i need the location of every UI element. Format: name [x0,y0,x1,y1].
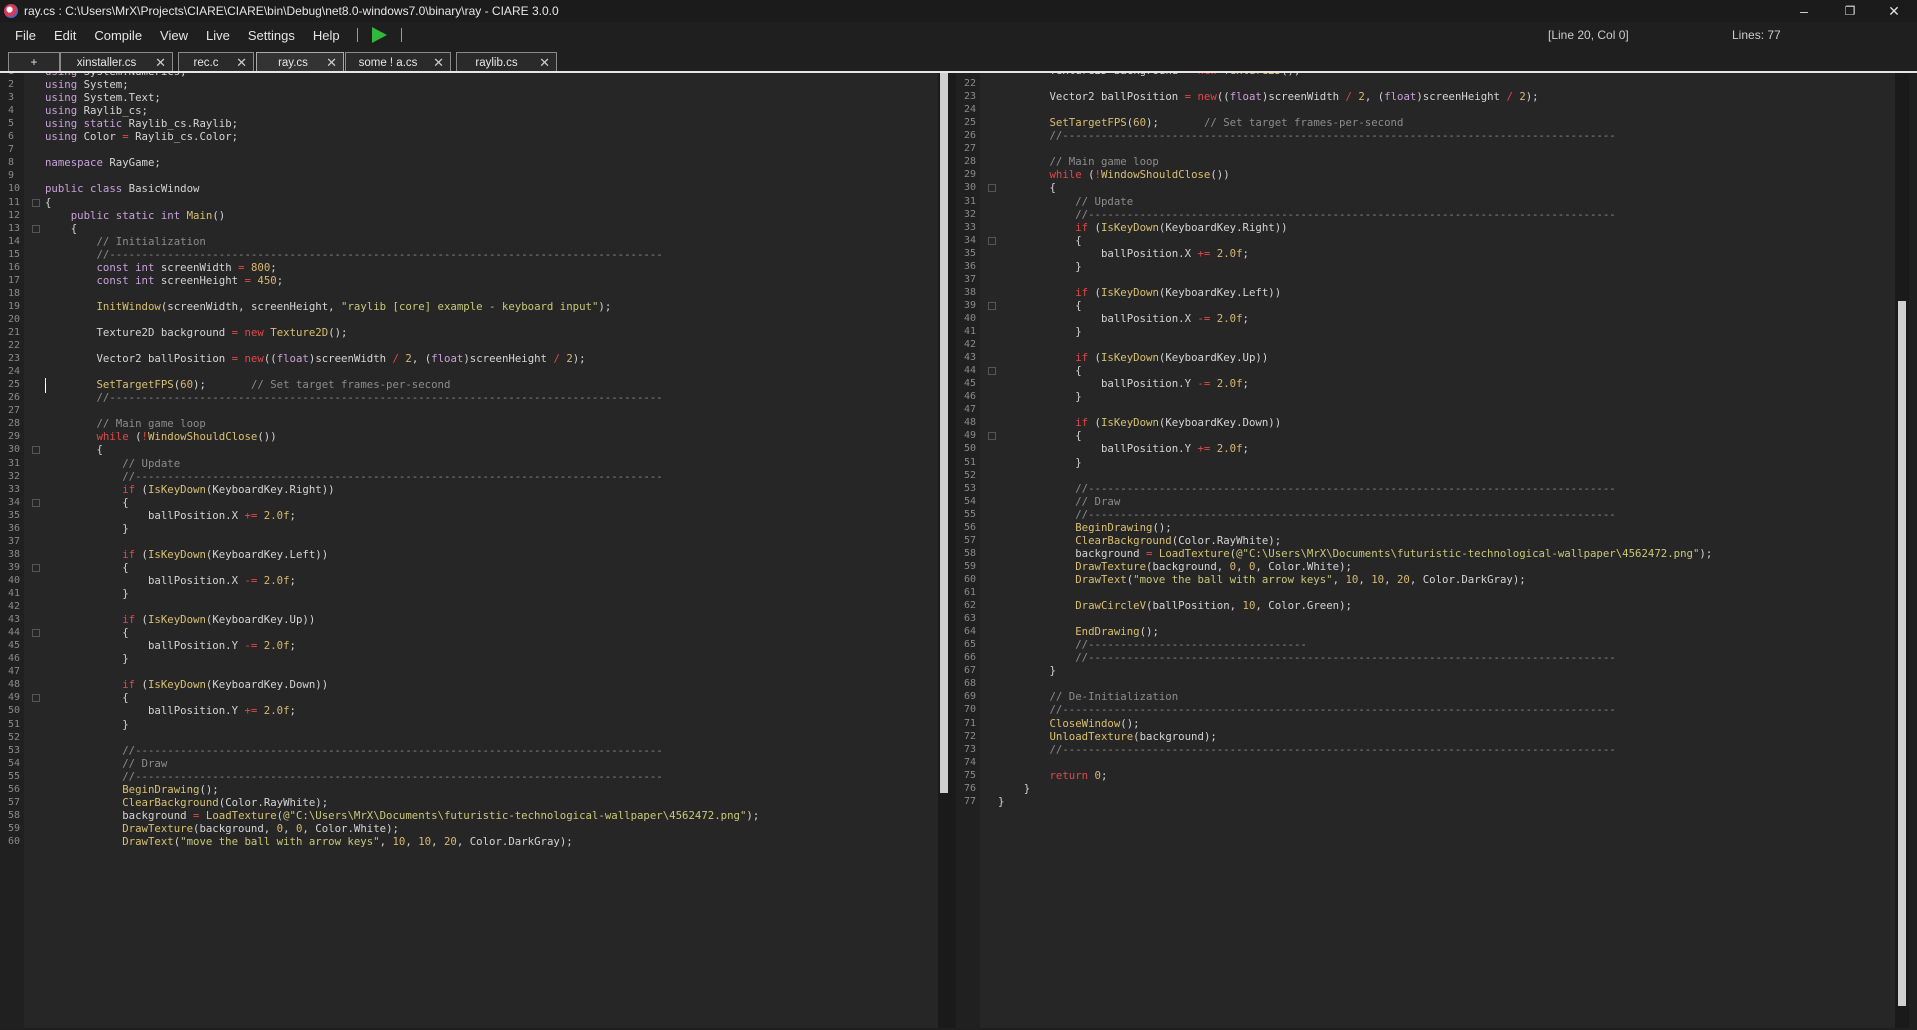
code-editor-left[interactable]: 1using System.Numerics;2using System;3us… [0,73,938,1028]
close-tab-icon[interactable]: ✕ [155,55,166,71]
menu-separator [400,28,402,42]
tab-raylib[interactable]: raylib.cs ✕ [456,52,557,72]
code-line: //--------------------------------------… [1049,742,1616,756]
code-line: } [45,652,129,666]
code-line: Vector2 ballPosition = new((float)screen… [1049,90,1539,104]
menu-view[interactable]: View [151,28,197,43]
menu-edit[interactable]: Edit [45,28,85,43]
tab-rec[interactable]: rec.c ✕ [178,52,254,72]
code-line: } [998,794,1005,808]
tab-xinstaller[interactable]: xinstaller.cs ✕ [60,52,173,72]
code-line: } [998,390,1082,404]
code-line: } [998,455,1082,469]
code-line: using Color = Raylib_cs.Color; [45,130,239,144]
scrollbar-thumb[interactable] [1898,301,1906,1006]
fold-toggle-icon[interactable] [32,446,40,455]
code-line: } [998,325,1082,338]
code-line: } [45,521,129,535]
right-scrollbar[interactable] [1895,73,1909,1028]
close-tab-icon[interactable]: ✕ [539,55,550,71]
code-line: } [998,259,1082,273]
close-tab-icon[interactable]: ✕ [433,55,444,71]
app-logo-icon [4,4,18,18]
tab-bar: + xinstaller.cs ✕ rec.c ✕ ray.cs ✕ some … [0,50,1917,72]
tab-ray[interactable]: ray.cs ✕ [256,52,344,72]
close-tab-icon[interactable]: ✕ [236,55,247,71]
tab-label: ray.cs [278,56,308,69]
code-line: } [45,717,129,731]
fold-toggle-icon[interactable] [32,198,40,207]
code-line: Vector2 ballPosition = new((float)screen… [96,352,586,366]
menu-file[interactable]: File [6,28,45,43]
close-window-button[interactable]: ✕ [1871,0,1917,22]
menu-separator [356,28,358,42]
new-tab-button[interactable]: + [8,52,60,72]
tab-label: rec.c [193,56,219,69]
line-number: 77 [964,795,977,807]
code-line: DrawText("move the ball with arrow keys"… [122,834,573,848]
code-line: //--------------------------------------… [96,391,663,405]
fold-toggle-icon[interactable] [988,236,996,245]
code-line: DrawCircleV(ballPosition, 10, Color.Gree… [1075,599,1352,613]
code-line: InitWindow(screenWidth, screenHeight, "r… [96,299,612,313]
code-line: Texture2D background = new Texture2D(); [998,73,1300,79]
menu-compile[interactable]: Compile [85,28,151,43]
scrollbar-thumb[interactable] [940,73,948,793]
menu-bar: File Edit Compile View Live Settings Hel… [0,22,1917,48]
tab-label: + [30,56,38,69]
fold-toggle-icon[interactable] [32,498,40,507]
cursor-position-status: [Line 20, Col 0] [1548,28,1629,42]
fold-toggle-icon[interactable] [988,432,996,441]
fold-toggle-icon[interactable] [32,563,40,572]
menu-settings[interactable]: Settings [239,28,304,43]
code-line: DrawText("move the ball with arrow keys"… [1075,572,1526,586]
code-line: namespace RayGame; [45,156,161,170]
tab-label: raylib.cs [475,56,518,69]
tab-label: some ! a.cs [358,56,418,69]
fold-toggle-icon[interactable] [32,629,40,638]
code-line: public class BasicWindow [45,182,200,196]
code-editor-right[interactable]: 21 Texture2D background = new Texture2D(… [956,73,1895,1028]
code-line: //--------------------------------------… [1075,651,1616,665]
run-play-icon[interactable] [371,27,387,43]
window-title: ray.cs : C:\Users\MrX\Projects\CIARE\CIA… [24,4,559,18]
minimize-button[interactable]: – [1781,0,1827,22]
code-line: //--------------------------------------… [1049,129,1616,143]
fold-toggle-icon[interactable] [988,301,996,310]
tab-some-a[interactable]: some ! a.cs ✕ [345,52,451,72]
menu-live[interactable]: Live [197,28,239,43]
line-count-status: Lines: 77 [1732,28,1781,42]
code-line: } [45,587,129,600]
code-line: Texture2D background = new Texture2D(); [96,326,348,339]
title-bar: ray.cs : C:\Users\MrX\Projects\CIARE\CIA… [0,0,1917,22]
fold-toggle-icon[interactable] [32,694,40,703]
menu-help[interactable]: Help [304,28,349,43]
left-scrollbar[interactable] [938,73,950,1028]
maximize-button[interactable]: ❐ [1827,0,1873,22]
tab-label: xinstaller.cs [76,56,137,69]
line-number: 60 [8,835,21,847]
code-line: } [998,664,1056,678]
fold-toggle-icon[interactable] [32,224,40,233]
close-tab-icon[interactable]: ✕ [326,55,337,71]
fold-toggle-icon[interactable] [988,367,996,376]
fold-toggle-icon[interactable] [988,184,996,193]
code-line: const int screenHeight = 450; [96,273,284,287]
